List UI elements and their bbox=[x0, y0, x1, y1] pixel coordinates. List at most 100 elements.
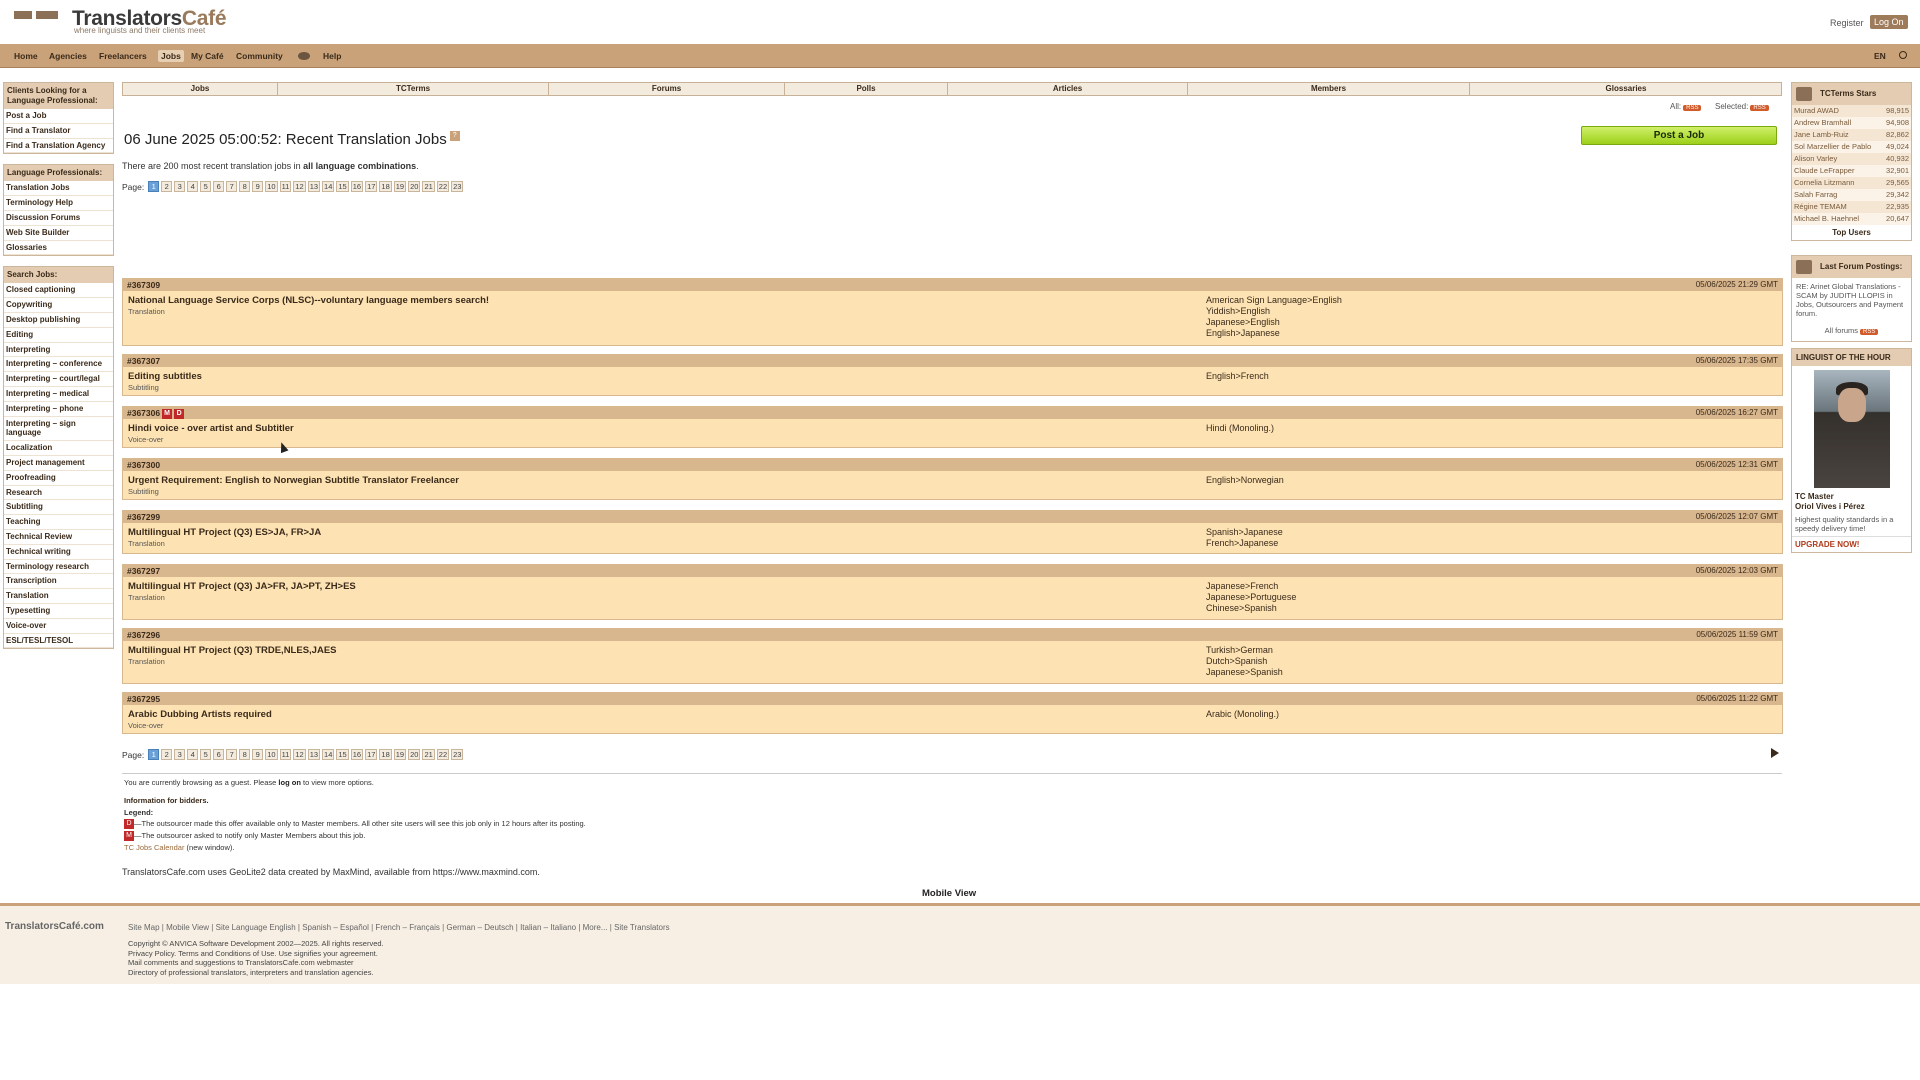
summary-bold[interactable]: all language combinations bbox=[303, 161, 416, 171]
forum-post-link[interactable]: RE: Arinet Global Translations - SCAM by… bbox=[1792, 278, 1911, 322]
page-link[interactable]: 2 bbox=[161, 181, 173, 192]
post-job-button[interactable]: Post a Job bbox=[1581, 126, 1777, 145]
job-id[interactable]: #367309 bbox=[127, 280, 160, 290]
page-link[interactable]: 13 bbox=[307, 181, 321, 192]
tab-tcterms[interactable]: TCTerms bbox=[278, 83, 549, 95]
next-page-arrow-icon[interactable] bbox=[1771, 748, 1779, 758]
sidebar-search-item[interactable]: Typesetting bbox=[4, 604, 113, 619]
rss-all[interactable]: All: RSS bbox=[1670, 102, 1702, 111]
page-link[interactable]: 16 bbox=[350, 749, 364, 760]
star-name[interactable]: Régine TEMAM bbox=[1794, 202, 1847, 212]
footer-links[interactable]: Site Map | Mobile View | Site Language E… bbox=[128, 923, 670, 932]
page-link[interactable]: 7 bbox=[226, 749, 238, 760]
star-row[interactable]: Sol Marzellier de Pablo 49,024 bbox=[1792, 141, 1911, 153]
star-row[interactable]: Michael B. Haehnel 20,647 bbox=[1792, 213, 1911, 225]
sidebar-search-item[interactable]: Interpreting – sign language bbox=[4, 417, 113, 442]
job-title-link[interactable]: National Language Service Corps (NLSC)--… bbox=[128, 295, 489, 306]
info-for-bidders-link[interactable]: Information for bidders. bbox=[124, 796, 209, 805]
job-title-link[interactable]: Hindi voice - over artist and Subtitler bbox=[128, 423, 294, 434]
sidebar-search-item[interactable]: Project management bbox=[4, 456, 113, 471]
sidebar-item-glossaries[interactable]: Glossaries bbox=[4, 241, 113, 256]
avatar-icon[interactable] bbox=[298, 52, 310, 60]
tab-members[interactable]: Members bbox=[1188, 83, 1470, 95]
star-name[interactable]: Murad AWAD bbox=[1794, 106, 1839, 116]
tab-jobs[interactable]: Jobs bbox=[123, 83, 278, 95]
sidebar-search-item[interactable]: Voice-over bbox=[4, 619, 113, 634]
page-link[interactable]: 9 bbox=[252, 181, 264, 192]
sidebar-search-item[interactable]: Localization bbox=[4, 441, 113, 456]
guest-logon-link[interactable]: log on bbox=[278, 778, 301, 787]
page-link[interactable]: 6 bbox=[213, 749, 225, 760]
job-id[interactable]: #367296 bbox=[127, 630, 160, 640]
page-link[interactable]: 11 bbox=[279, 181, 292, 192]
job-title-link[interactable]: Multilingual HT Project (Q3) JA>FR, JA>P… bbox=[128, 581, 356, 592]
sidebar-search-item[interactable]: Research bbox=[4, 486, 113, 501]
sidebar-search-item[interactable]: Interpreting – medical bbox=[4, 387, 113, 402]
job-id[interactable]: #367297 bbox=[127, 566, 160, 576]
sidebar-search-item[interactable]: Subtitling bbox=[4, 500, 113, 516]
job-id[interactable]: #367295 bbox=[127, 694, 160, 704]
star-row[interactable]: Jane Lamb-Ruiz 82,862 bbox=[1792, 129, 1911, 141]
star-name[interactable]: Michael B. Haehnel bbox=[1794, 214, 1859, 224]
tab-glossaries[interactable]: Glossaries bbox=[1470, 83, 1782, 95]
sidebar-item-terminology-help[interactable]: Terminology Help bbox=[4, 196, 113, 211]
star-row[interactable]: Claude LeFrapper 32,901 bbox=[1792, 165, 1911, 177]
page-link[interactable]: 22 bbox=[436, 749, 450, 760]
mail-line[interactable]: Mail comments and suggestions to Transla… bbox=[128, 958, 384, 968]
star-row[interactable]: Alison Varley 40,932 bbox=[1792, 153, 1911, 165]
star-name[interactable]: Andrew Bramhall bbox=[1794, 118, 1851, 128]
mobile-view-link[interactable]: Mobile View bbox=[922, 888, 976, 899]
page-link[interactable]: 15 bbox=[336, 181, 349, 192]
page-link[interactable]: 3 bbox=[174, 749, 186, 760]
page-link[interactable]: 6 bbox=[213, 181, 225, 192]
calendar-link[interactable]: TC Jobs Calendar bbox=[124, 843, 184, 852]
rss-all-icon[interactable]: RSS bbox=[1683, 105, 1702, 111]
page-link[interactable]: 10 bbox=[265, 181, 278, 192]
logon-button[interactable]: Log On bbox=[1870, 15, 1908, 29]
sidebar-search-item[interactable]: Interpreting bbox=[4, 343, 113, 358]
rss-selected[interactable]: Selected: RSS bbox=[1715, 102, 1769, 111]
star-name[interactable]: Sol Marzellier de Pablo bbox=[1794, 142, 1871, 152]
job-title-link[interactable]: Urgent Requirement: English to Norwegian… bbox=[128, 475, 459, 486]
page-link[interactable]: 14 bbox=[322, 749, 335, 760]
job-id[interactable]: #367300 bbox=[127, 460, 160, 470]
sidebar-search-item[interactable]: Desktop publishing bbox=[4, 313, 113, 328]
page-link[interactable]: 17 bbox=[365, 181, 378, 192]
sidebar-search-item[interactable]: Technical writing bbox=[4, 545, 113, 560]
search-icon[interactable] bbox=[1899, 51, 1907, 59]
nav-home[interactable]: Home bbox=[14, 51, 38, 61]
page-link[interactable]: 9 bbox=[252, 749, 264, 760]
job-title-link[interactable]: Arabic Dubbing Artists required bbox=[128, 709, 272, 720]
sidebar-search-item[interactable]: ESL/TESL/TESOL bbox=[4, 634, 113, 649]
privacy-line[interactable]: Privacy Policy. Terms and Conditions of … bbox=[128, 949, 384, 959]
page-link[interactable]: 21 bbox=[422, 181, 435, 192]
page-link[interactable]: 4 bbox=[187, 749, 199, 760]
page-link[interactable]: 18 bbox=[379, 181, 392, 192]
page-link[interactable]: 20 bbox=[408, 749, 421, 760]
sidebar-item-find-translator[interactable]: Find a Translator bbox=[4, 124, 113, 139]
page-link[interactable]: 2 bbox=[161, 749, 173, 760]
page-link[interactable]: 13 bbox=[307, 749, 321, 760]
tab-polls[interactable]: Polls bbox=[785, 83, 948, 95]
page-link[interactable]: 12 bbox=[293, 181, 306, 192]
linguist-name[interactable]: Oriol Vives i Pérez bbox=[1792, 502, 1911, 512]
tab-articles[interactable]: Articles bbox=[948, 83, 1188, 95]
sidebar-search-item[interactable]: Closed captioning bbox=[4, 283, 113, 299]
page-link[interactable]: 19 bbox=[393, 181, 407, 192]
job-title-link[interactable]: Multilingual HT Project (Q3) TRDE,NLES,J… bbox=[128, 645, 337, 656]
page-link[interactable]: 11 bbox=[279, 749, 292, 760]
footer-brand[interactable]: TranslatorsCafé.com bbox=[5, 921, 104, 932]
page-link[interactable]: 5 bbox=[200, 749, 212, 760]
sidebar-search-item[interactable]: Editing bbox=[4, 328, 113, 343]
page-link[interactable]: 22 bbox=[436, 181, 450, 192]
sidebar-search-item[interactable]: Terminology research bbox=[4, 560, 113, 575]
page-link[interactable]: 1 bbox=[148, 749, 160, 760]
nav-help[interactable]: Help bbox=[323, 51, 341, 61]
page-link[interactable]: 23 bbox=[451, 749, 464, 760]
star-name[interactable]: Cornelia Litzmann bbox=[1794, 178, 1854, 188]
page-link[interactable]: 14 bbox=[322, 181, 335, 192]
page-link[interactable]: 17 bbox=[365, 749, 378, 760]
upgrade-now-link[interactable]: UPGRADE NOW! bbox=[1792, 536, 1911, 552]
sidebar-item-find-agency[interactable]: Find a Translation Agency bbox=[4, 139, 113, 154]
sidebar-search-item[interactable]: Translation bbox=[4, 589, 113, 604]
